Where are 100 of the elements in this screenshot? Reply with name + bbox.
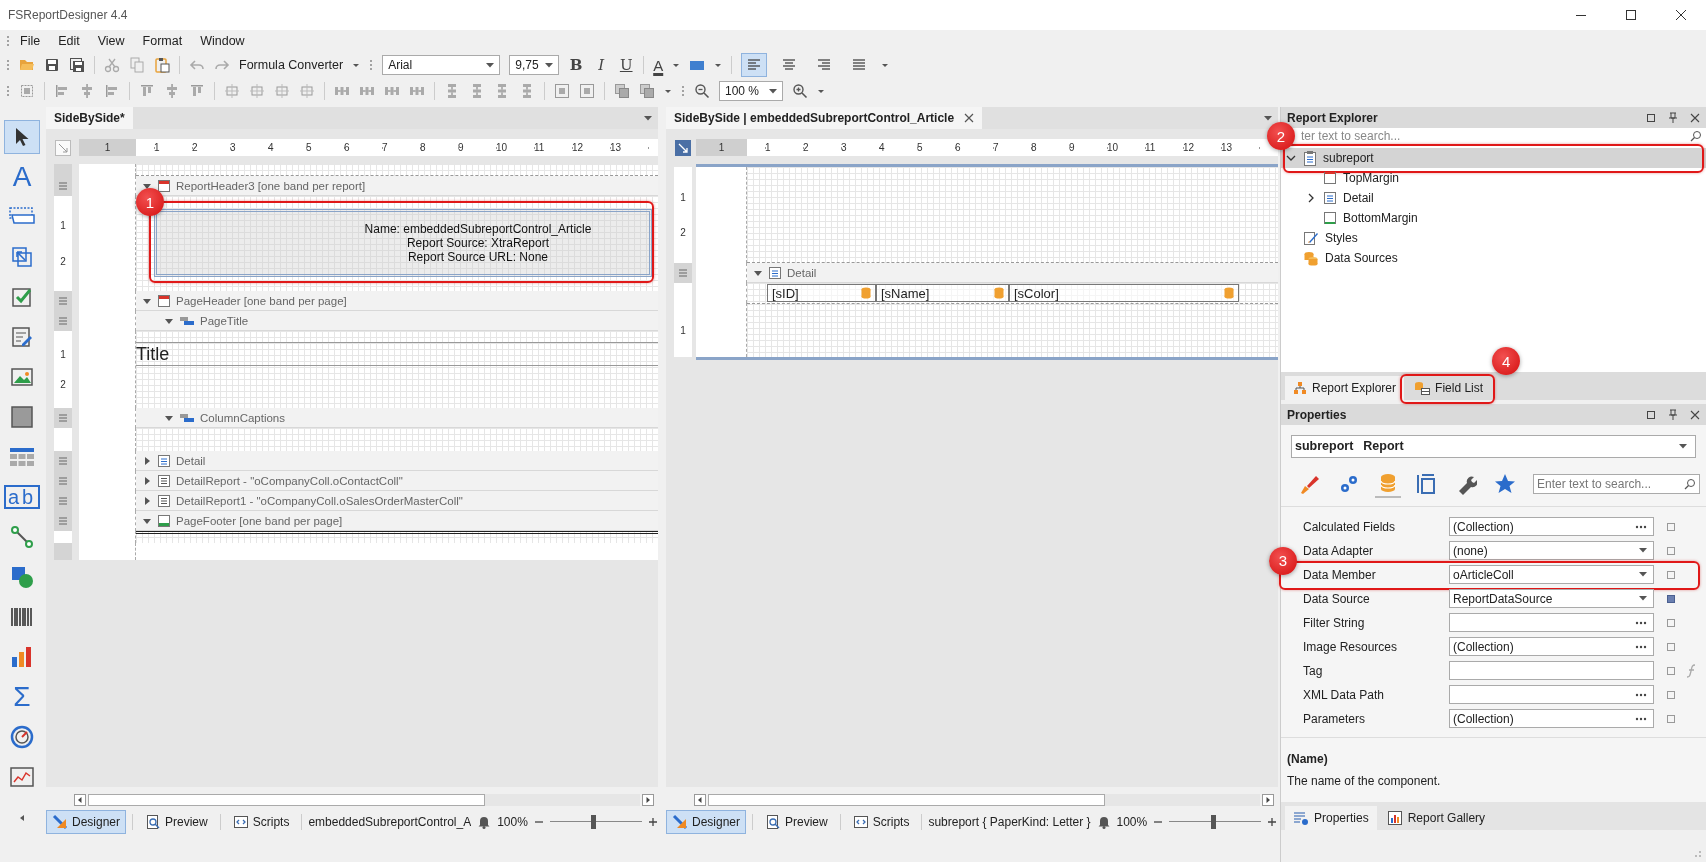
save-icon[interactable] (44, 57, 60, 73)
band-header[interactable]: PageTitle (136, 311, 658, 331)
menu-item[interactable]: Edit (50, 32, 88, 50)
maximize-icon[interactable] (1646, 409, 1656, 420)
ellipsis-icon[interactable] (1635, 644, 1647, 649)
center-in-band-icon[interactable] (554, 83, 570, 99)
dropdown-arrow-icon[interactable] (1639, 572, 1647, 578)
tree-item[interactable]: Data Sources (1281, 248, 1706, 268)
property-value-field[interactable]: ReportDataSource (1449, 589, 1654, 609)
property-value-field[interactable]: oArticleColl (1449, 565, 1654, 585)
ellipsis-icon[interactable] (1635, 692, 1647, 697)
dropdown-arrow-icon[interactable] (644, 115, 652, 121)
search-icon[interactable] (1690, 130, 1702, 142)
scroll-left-icon[interactable] (74, 794, 86, 806)
field-label[interactable]: [sID] (767, 284, 876, 302)
text-align-button[interactable] (741, 53, 768, 77)
property-value-field[interactable]: (Collection) (1449, 637, 1654, 657)
ruler-corner-icon[interactable] (675, 139, 691, 156)
layer-order-icon[interactable] (639, 83, 655, 99)
plus-icon[interactable] (1267, 817, 1278, 827)
chevron-down-icon[interactable] (1286, 153, 1296, 163)
pointer-tool[interactable] (4, 120, 40, 154)
panel-tab[interactable]: Report Explorer (1285, 376, 1405, 400)
panel-tab[interactable]: Report Gallery (1378, 805, 1494, 830)
save-all-icon[interactable] (69, 57, 85, 73)
zoom-combo[interactable]: 100 % (719, 81, 783, 101)
property-value-field[interactable]: (Collection) (1449, 709, 1654, 729)
property-value-field[interactable] (1449, 685, 1654, 705)
default-value-marker[interactable] (1667, 546, 1675, 555)
default-value-marker[interactable] (1667, 570, 1675, 579)
italic-button[interactable]: I (593, 56, 610, 74)
align-edges-icon[interactable] (104, 83, 120, 99)
scrollbar-track[interactable] (708, 794, 1260, 806)
dropdown-arrow-icon[interactable] (1639, 596, 1647, 602)
tree-item[interactable]: TopMargin (1281, 168, 1706, 188)
view-tab[interactable]: Scripts (846, 810, 916, 834)
scrollbar-thumb[interactable] (88, 794, 486, 806)
scroll-right-icon[interactable] (1262, 794, 1274, 806)
pin-icon[interactable] (1668, 408, 1678, 421)
band-header[interactable]: DetailReport - "oCompanyColl.oContactColl" (136, 471, 658, 491)
title-label[interactable]: Title (136, 342, 658, 366)
ellipsis-icon[interactable] (1635, 620, 1647, 625)
triangle-right-icon[interactable] (142, 455, 152, 466)
subreport-control[interactable]: Name: embeddedSubreportControl_Article Report Source: XtraReport Report Source URL: None (154, 209, 652, 277)
underline-button[interactable]: U (618, 56, 635, 74)
center-in-band-icon[interactable] (579, 83, 595, 99)
maximize-icon[interactable] (1625, 9, 1637, 21)
scroll-left-icon[interactable] (694, 794, 706, 806)
property-value-field[interactable] (1449, 613, 1654, 633)
default-value-marker[interactable] (1667, 666, 1675, 675)
scrollbar-track[interactable] (88, 794, 640, 806)
maximize-icon[interactable] (1646, 112, 1656, 123)
scrollbar-thumb[interactable] (708, 794, 1106, 806)
tree-item[interactable]: Detail (1281, 188, 1706, 208)
zoom-slider[interactable] (549, 815, 642, 829)
search-field[interactable]: ter text to search... (1299, 128, 1706, 144)
view-tab[interactable]: Preview (139, 810, 214, 834)
font-size-combo[interactable]: 9,75 (509, 55, 560, 75)
band-header[interactable]: DetailReport1 - "oCompanyColl.oSalesOrderMasterColl" (136, 491, 658, 511)
document-tab[interactable]: SideBySide* (46, 107, 133, 129)
default-value-marker[interactable] (1667, 690, 1675, 699)
zoom-slider[interactable] (1169, 815, 1262, 829)
chevron-right-icon[interactable] (1306, 193, 1316, 203)
tree-item[interactable]: BottomMargin (1281, 208, 1706, 228)
view-tab[interactable]: Designer (666, 810, 747, 834)
slider-thumb[interactable] (1211, 815, 1217, 829)
property-value-field[interactable] (1449, 661, 1654, 681)
pin-icon[interactable] (1668, 111, 1678, 124)
menu-item[interactable]: File (12, 32, 49, 50)
panel-tab[interactable]: Field List (1406, 376, 1492, 400)
object-selector[interactable]: subreport Report (1291, 435, 1696, 458)
default-value-marker[interactable] (1667, 522, 1675, 531)
default-value-marker[interactable] (1667, 642, 1675, 651)
close-icon[interactable] (1675, 9, 1687, 21)
band-header[interactable]: Detail (136, 451, 658, 471)
property-value-field[interactable]: (Collection) (1449, 517, 1654, 537)
bell-icon[interactable] (477, 815, 492, 829)
band-header[interactable]: ColumnCaptions (136, 408, 658, 428)
layer-order-icon[interactable] (614, 83, 630, 99)
triangle-right-icon[interactable] (142, 475, 152, 486)
menu-item[interactable]: View (89, 32, 133, 50)
align-tops-icon[interactable] (189, 83, 205, 99)
default-value-marker[interactable] (1667, 618, 1675, 627)
document-tab[interactable]: SideBySide | embeddedSubreportControl_Article (666, 107, 983, 129)
menu-item[interactable]: Format (134, 32, 191, 50)
zoom-in-icon[interactable] (792, 83, 808, 99)
band-header[interactable]: Detail (747, 263, 1278, 283)
align-edges-icon[interactable] (54, 83, 70, 99)
field-label[interactable]: [sName] (876, 284, 1009, 302)
tree-item[interactable]: Styles (1281, 228, 1706, 248)
dropdown-arrow-icon[interactable] (1639, 548, 1647, 554)
band-header[interactable]: PageHeader [one band per page] (136, 291, 658, 311)
tree-item[interactable]: subreport (1281, 148, 1706, 168)
band-header[interactable]: PageFooter [one band per page] (136, 511, 658, 531)
field-label[interactable]: [sColor] (1009, 284, 1239, 302)
band-header[interactable]: ReportHeader3 [one band per report] (136, 176, 658, 196)
ellipsis-icon[interactable] (1635, 524, 1647, 529)
slider-thumb[interactable] (591, 815, 597, 829)
panel-tab[interactable]: Properties (1285, 805, 1377, 830)
view-tab[interactable]: Scripts (226, 810, 296, 834)
